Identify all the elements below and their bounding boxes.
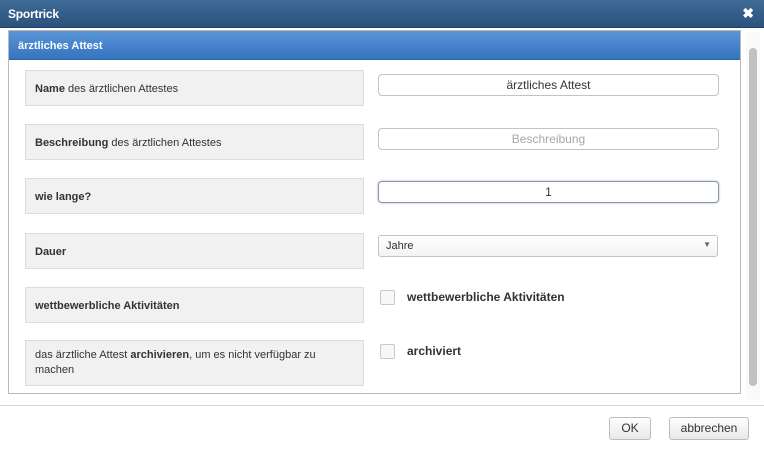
archive-label: das ärztliche Attest archivieren, um es … <box>35 348 354 378</box>
dialog: Sportrick ✖ ärztliches Attest Name des ä… <box>0 0 764 454</box>
form-panel: ärztliches Attest Name des ärztlichen At… <box>8 30 741 394</box>
dialog-footer: OK abbrechen <box>0 406 764 454</box>
competitive-checkbox[interactable] <box>380 290 395 305</box>
window-title: Sportrick <box>8 7 59 21</box>
description-input[interactable]: Beschreibung <box>378 128 719 150</box>
archive-label-bold: archivieren <box>130 349 190 361</box>
how-long-label-bold: wie lange? <box>35 191 92 203</box>
description-label-bold: Beschreibung <box>35 137 109 149</box>
duration-select[interactable]: Jahre ▼ <box>378 235 718 257</box>
archive-checkbox-label[interactable]: archiviert <box>407 344 461 358</box>
vertical-scrollbar[interactable] <box>746 32 760 400</box>
duration-label: Dauer <box>35 245 354 260</box>
archive-label-box: das ärztliche Attest archivieren, um es … <box>25 340 364 386</box>
dialog-content: ärztliches Attest Name des ärztlichen At… <box>0 28 764 404</box>
archive-checkbox[interactable] <box>380 344 395 359</box>
ok-button[interactable]: OK <box>609 417 651 440</box>
duration-label-bold: Dauer <box>35 246 67 258</box>
panel-title: ärztliches Attest <box>18 40 103 52</box>
name-label: Name des ärztlichen Attestes <box>35 82 354 97</box>
cancel-button[interactable]: abbrechen <box>669 417 749 440</box>
chevron-down-icon: ▼ <box>703 240 711 249</box>
competitive-label-bold: wettbewerbliche Aktivitäten <box>35 300 180 312</box>
duration-label-box: Dauer <box>25 233 364 269</box>
title-bar: Sportrick ✖ <box>0 0 764 28</box>
archive-label-pre: das ärztliche Attest <box>35 349 131 361</box>
name-label-box: Name des ärztlichen Attestes <box>25 70 364 106</box>
description-label-rest: des ärztlichen Attestes <box>108 137 222 149</box>
name-input[interactable]: ärztliches Attest <box>378 74 719 96</box>
scrollbar-thumb[interactable] <box>749 48 757 386</box>
name-label-rest: des ärztlichen Attestes <box>64 83 179 95</box>
name-label-bold: Name <box>35 83 65 95</box>
how-long-input[interactable]: 1 <box>378 181 719 203</box>
close-icon[interactable]: ✖ <box>742 5 754 21</box>
description-label: Beschreibung des ärztlichen Attestes <box>35 136 354 151</box>
how-long-label-box: wie lange? <box>25 178 364 214</box>
how-long-label: wie lange? <box>35 190 354 205</box>
competitive-checkbox-label[interactable]: wettbewerbliche Aktivitäten <box>407 290 565 304</box>
competitive-label: wettbewerbliche Aktivitäten <box>35 299 354 314</box>
duration-selected-value: Jahre <box>386 240 414 252</box>
description-label-box: Beschreibung des ärztlichen Attestes <box>25 124 364 160</box>
competitive-label-box: wettbewerbliche Aktivitäten <box>25 287 364 323</box>
panel-header: ärztliches Attest <box>9 31 740 60</box>
